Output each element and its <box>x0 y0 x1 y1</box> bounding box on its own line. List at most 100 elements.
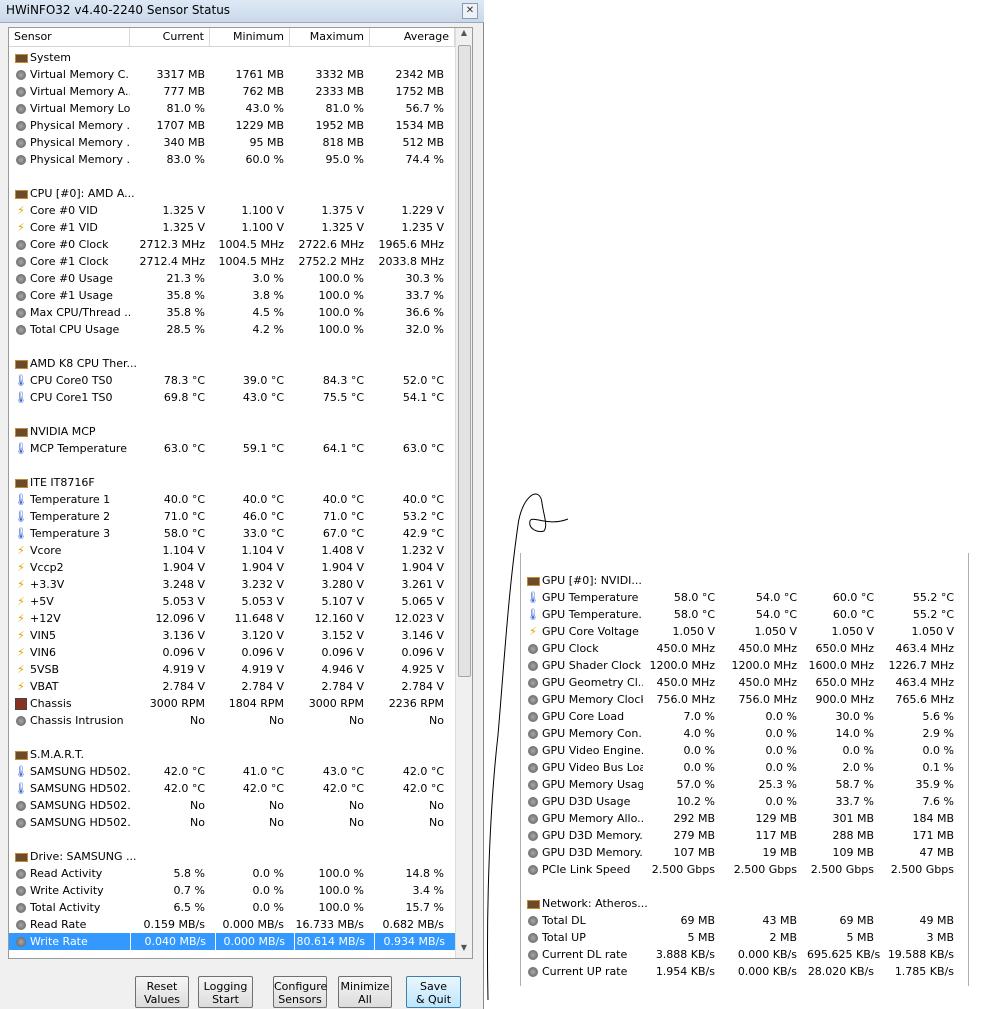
column-current[interactable]: Current <box>130 28 210 46</box>
sensor-row[interactable]: Total CPU Usage 28.5 % 4.2 % 100.0 % 32.0 % <box>9 321 455 338</box>
column-minimum[interactable]: Minimum <box>210 28 290 46</box>
logging-start-button[interactable]: Logging Start <box>198 976 253 1008</box>
sensor-row[interactable]: ⚡ Core #0 VID 1.325 V 1.100 V 1.375 V 1.229 V <box>9 202 455 219</box>
sensor-row[interactable]: Read Activity 5.8 % 0.0 % 100.0 % 14.8 % <box>9 865 455 882</box>
sensor-row[interactable]: ⚡ +5V 5.053 V 5.053 V 5.107 V 5.065 V <box>9 593 455 610</box>
sensor-row[interactable]: ⚡ 5VSB 4.919 V 4.919 V 4.946 V 4.925 V <box>9 661 455 678</box>
sensor-row[interactable]: 🌡 SAMSUNG HD502... 42.0 °C 42.0 °C 42.0 °C 42… <box>9 780 455 797</box>
sensor-row[interactable]: ⚡ VIN5 3.136 V 3.120 V 3.152 V 3.146 V <box>9 627 455 644</box>
minimum-value: 25.3 % <box>758 778 797 791</box>
sensor-row[interactable]: ⚡ Core #1 VID 1.325 V 1.100 V 1.325 V 1.235 V <box>9 219 455 236</box>
sensor-row[interactable]: 🌡 GPU Temperature 58.0 °C 54.0 °C 60.0 °C 55.… <box>521 589 968 606</box>
sensor-row[interactable]: ⚡ VBAT 2.784 V 2.784 V 2.784 V 2.784 V <box>9 678 455 695</box>
average-value: 12.023 V <box>394 612 444 625</box>
maximum-value: 650.0 MHz <box>815 676 874 689</box>
sensor-group-row[interactable]: CPU [#0]: AMD A... <box>9 185 455 202</box>
sensor-row[interactable]: Virtual Memory A... 777 MB 762 MB 2333 MB 17… <box>9 83 455 100</box>
sensor-group-row[interactable]: System <box>9 49 455 66</box>
sensor-row[interactable]: ⚡ VIN6 0.096 V 0.096 V 0.096 V 0.096 V <box>9 644 455 661</box>
sensor-row[interactable]: ⚡ Vccp2 1.904 V 1.904 V 1.904 V 1.904 V <box>9 559 455 576</box>
sensor-list[interactable]: Sensor Current Minimum Maximum Average S… <box>8 27 473 959</box>
sensor-row[interactable]: GPU Video Bus Load 0.0 % 0.0 % 2.0 % 0.1 % <box>521 759 968 776</box>
sensor-row[interactable]: 🌡 GPU Temperature... 58.0 °C 54.0 °C 60.0 °C… <box>521 606 968 623</box>
current-value: 63.0 °C <box>163 442 205 455</box>
sensor-row[interactable]: Virtual Memory Load 81.0 % 43.0 % 81.0 % 56.… <box>9 100 455 117</box>
close-button[interactable]: ✕ <box>462 3 478 19</box>
vertical-scrollbar[interactable]: ▲ ▼ <box>455 28 472 958</box>
sensor-group-row[interactable]: S.M.A.R.T. <box>9 746 455 763</box>
sensor-row[interactable]: 🌡 Temperature 1 40.0 °C 40.0 °C 40.0 °C 40.0 … <box>9 491 455 508</box>
sensor-row[interactable]: GPU Geometry Cl... 450.0 MHz 450.0 MHz 650.… <box>521 674 968 691</box>
sensor-row[interactable]: Core #1 Clock 2712.4 MHz 1004.5 MHz 2752.2 … <box>9 253 455 270</box>
maximum-value: 100.0 % <box>318 306 364 319</box>
sensor-row[interactable]: 🌡 SAMSUNG HD502... 42.0 °C 41.0 °C 43.0 °C 42… <box>9 763 455 780</box>
sensor-group-row[interactable]: ITE IT8716F <box>9 474 455 491</box>
title-bar[interactable]: HWiNFO32 v4.40-2240 Sensor Status ✕ <box>0 0 484 23</box>
sensor-group-row[interactable]: Network: Atheros... <box>521 895 968 912</box>
sensor-row[interactable]: Current DL rate 3.888 KB/s 0.000 KB/s 695.6… <box>521 946 968 963</box>
sensor-row[interactable]: 🌡 Temperature 3 58.0 °C 33.0 °C 67.0 °C 42.9 … <box>9 525 455 542</box>
sensor-group-row[interactable]: Drive: SAMSUNG ... <box>9 848 455 865</box>
minimize-all-button[interactable]: Minimize All <box>338 976 392 1008</box>
current-value: 0.7 % <box>173 884 205 897</box>
sensor-row[interactable]: GPU Video Engine... 0.0 % 0.0 % 0.0 % 0.0 % <box>521 742 968 759</box>
sensor-row[interactable]: GPU D3D Memory... 279 MB 117 MB 288 MB 171 M… <box>521 827 968 844</box>
minimum-value: 756.0 MHz <box>738 693 797 706</box>
sensor-row[interactable]: GPU Clock 450.0 MHz 450.0 MHz 650.0 MHz 463.… <box>521 640 968 657</box>
spacer-row <box>521 878 968 895</box>
sensor-row[interactable]: PCIe Link Speed 2.500 Gbps 2.500 Gbps 2.500… <box>521 861 968 878</box>
sensor-row[interactable]: Core #0 Clock 2712.3 MHz 1004.5 MHz 2722.6 … <box>9 236 455 253</box>
sensor-row[interactable]: 🌡 MCP Temperature 63.0 °C 59.1 °C 64.1 °C 63.… <box>9 440 455 457</box>
sensor-name: GPU Temperature <box>542 591 639 604</box>
sensor-row[interactable]: GPU Memory Allo... 292 MB 129 MB 301 MB 184 … <box>521 810 968 827</box>
sensor-group-row[interactable]: NVIDIA MCP <box>9 423 455 440</box>
sensor-row[interactable]: Total Activity 6.5 % 0.0 % 100.0 % 15.7 % <box>9 899 455 916</box>
configure-sensors-button[interactable]: Configure Sensors <box>273 976 327 1008</box>
scroll-up-icon[interactable]: ▲ <box>456 28 472 43</box>
sensor-row[interactable]: Physical Memory ... 83.0 % 60.0 % 95.0 % 74.… <box>9 151 455 168</box>
sensor-row[interactable]: Core #0 Usage 21.3 % 3.0 % 100.0 % 30.3 % <box>9 270 455 287</box>
gauge-icon <box>14 814 28 831</box>
sensor-row[interactable]: SAMSUNG HD502... No No No No <box>9 797 455 814</box>
sensor-row[interactable]: ⚡ +12V 12.096 V 11.648 V 12.160 V 12.023 V <box>9 610 455 627</box>
sensor-row[interactable]: GPU Shader Clock 1200.0 MHz 1200.0 MHz 1600… <box>521 657 968 674</box>
sensor-row[interactable]: SAMSUNG HD502... No No No No <box>9 814 455 831</box>
column-average[interactable]: Average <box>370 28 455 46</box>
sensor-row[interactable]: Physical Memory ... 1707 MB 1229 MB 1952 MB… <box>9 117 455 134</box>
sensor-row[interactable]: 🌡 CPU Core1 TS0 69.8 °C 43.0 °C 75.5 °C 54.1 … <box>9 389 455 406</box>
scroll-down-icon[interactable]: ▼ <box>456 943 472 958</box>
sensor-group-row[interactable]: AMD K8 CPU Ther... <box>9 355 455 372</box>
sensor-row[interactable]: 🌡 CPU Core0 TS0 78.3 °C 39.0 °C 84.3 °C 52.0 … <box>9 372 455 389</box>
sensor-row[interactable]: Write Rate 0.040 MB/s 0.000 MB/s 80.614 MB/… <box>9 933 455 950</box>
sensor-row[interactable]: GPU Memory Con... 4.0 % 0.0 % 14.0 % 2.9 % <box>521 725 968 742</box>
extra-sensor-panel[interactable]: GPU [#0]: NVIDI... 🌡 GPU Temperature 58.0 °… <box>520 553 969 986</box>
minimum-value: 3.232 V <box>241 578 284 591</box>
sensor-row[interactable]: Current UP rate 1.954 KB/s 0.000 KB/s 28.02… <box>521 963 968 980</box>
sensor-row[interactable]: Total DL 69 MB 43 MB 69 MB 49 MB <box>521 912 968 929</box>
sensor-row[interactable]: Max CPU/Thread ... 35.8 % 4.5 % 100.0 % 36.6… <box>9 304 455 321</box>
sensor-row[interactable]: GPU D3D Usage 10.2 % 0.0 % 33.7 % 7.6 % <box>521 793 968 810</box>
reset-values-button[interactable]: Reset Values <box>135 976 189 1008</box>
sensor-row[interactable]: ⚡ +3.3V 3.248 V 3.232 V 3.280 V 3.261 V <box>9 576 455 593</box>
sensor-row[interactable]: GPU Core Load 7.0 % 0.0 % 30.0 % 5.6 % <box>521 708 968 725</box>
scrollbar-thumb[interactable] <box>458 45 471 677</box>
sensor-row[interactable]: ⚡ GPU Core Voltage 1.050 V 1.050 V 1.050 V 1.… <box>521 623 968 640</box>
sensor-row[interactable]: 🌡 Temperature 2 71.0 °C 46.0 °C 71.0 °C 53.2 … <box>9 508 455 525</box>
sensor-row[interactable]: Physical Memory ... 340 MB 95 MB 818 MB 512 … <box>9 134 455 151</box>
sensor-row[interactable]: Chassis 3000 RPM 1804 RPM 3000 RPM 2236 RPM <box>9 695 455 712</box>
sensor-row[interactable]: Core #1 Usage 35.8 % 3.8 % 100.0 % 33.7 % <box>9 287 455 304</box>
sensor-group-row[interactable]: GPU [#0]: NVIDI... <box>521 572 968 589</box>
column-maximum[interactable]: Maximum <box>290 28 370 46</box>
sensor-row[interactable]: Total UP 5 MB 2 MB 5 MB 3 MB <box>521 929 968 946</box>
sensor-row[interactable]: Read Rate 0.159 MB/s 0.000 MB/s 16.733 MB/s… <box>9 916 455 933</box>
sensor-row[interactable]: GPU Memory Usage 57.0 % 25.3 % 58.7 % 35.9 % <box>521 776 968 793</box>
save-quit-button[interactable]: Save & Quit <box>406 976 461 1008</box>
column-sensor[interactable]: Sensor <box>9 28 130 46</box>
sensor-row[interactable]: ⚡ Vcore 1.104 V 1.104 V 1.408 V 1.232 V <box>9 542 455 559</box>
maximum-value: 14.0 % <box>835 727 874 740</box>
sensor-row[interactable]: Chassis Intrusion No No No No <box>9 712 455 729</box>
sensor-row[interactable]: Virtual Memory C... 3317 MB 1761 MB 3332 MB… <box>9 66 455 83</box>
sensor-row[interactable]: GPU D3D Memory... 107 MB 19 MB 109 MB 47 MB <box>521 844 968 861</box>
sensor-row[interactable]: GPU Memory Clock 756.0 MHz 756.0 MHz 900.0 … <box>521 691 968 708</box>
sensor-row[interactable]: Write Activity 0.7 % 0.0 % 100.0 % 3.4 % <box>9 882 455 899</box>
